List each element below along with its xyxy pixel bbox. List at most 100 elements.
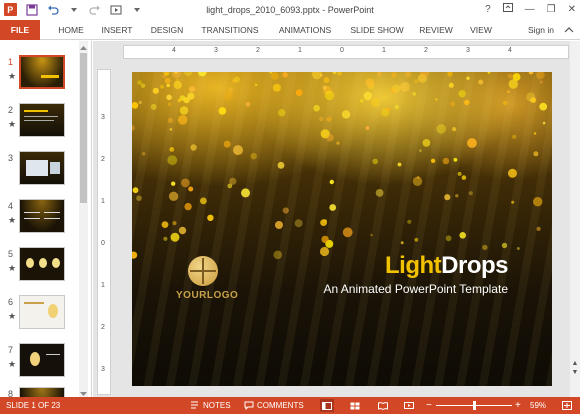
tab-view[interactable]: VIEW bbox=[466, 20, 496, 40]
slide-canvas[interactable]: YOURLOGO LightDrops An Animated PowerPoi… bbox=[132, 72, 552, 386]
help-button[interactable]: ? bbox=[485, 4, 491, 15]
tab-transitions[interactable]: TRANSITIONS bbox=[198, 20, 262, 40]
thumbnail-image bbox=[19, 55, 65, 89]
slide-thumbnail-2[interactable]: 2 ★ bbox=[0, 103, 90, 149]
bokeh-light bbox=[282, 207, 289, 214]
slide-thumbnail-7[interactable]: 7 ★ bbox=[0, 343, 90, 389]
zoom-out-button[interactable]: − bbox=[426, 397, 432, 414]
bokeh-light bbox=[336, 141, 340, 145]
bokeh-light bbox=[166, 83, 170, 88]
bokeh-light bbox=[329, 179, 334, 185]
bokeh-light bbox=[391, 72, 397, 78]
ruler-tick-label: 0 bbox=[340, 47, 344, 54]
ruler-tick-label: 2 bbox=[101, 324, 105, 331]
notes-icon[interactable] bbox=[190, 397, 199, 414]
tab-design[interactable]: DESIGN bbox=[147, 20, 187, 40]
bokeh-light bbox=[508, 168, 517, 178]
scroll-down-icon[interactable] bbox=[80, 389, 87, 396]
comments-button[interactable]: COMMENTS bbox=[257, 397, 304, 414]
bokeh-light bbox=[241, 188, 250, 198]
tab-review[interactable]: REVIEW bbox=[416, 20, 456, 40]
animation-star-icon: ★ bbox=[8, 359, 17, 369]
bokeh-light bbox=[166, 94, 172, 101]
bokeh-light bbox=[444, 194, 451, 201]
bokeh-light bbox=[173, 80, 182, 89]
next-slide-icon[interactable]: ▼ bbox=[571, 368, 579, 377]
tab-slide-show[interactable]: SLIDE SHOW bbox=[348, 20, 406, 40]
bokeh-light bbox=[277, 161, 285, 169]
bokeh-light bbox=[422, 139, 431, 147]
zoom-slider-handle[interactable] bbox=[473, 401, 476, 410]
bokeh-light bbox=[450, 101, 456, 107]
bokeh-light bbox=[341, 110, 351, 119]
bokeh-light bbox=[233, 76, 240, 83]
bokeh-light bbox=[294, 219, 303, 228]
slide-thumbnail-1[interactable]: 1 ★ bbox=[0, 55, 90, 101]
bokeh-light bbox=[321, 235, 329, 244]
thumbnail-image bbox=[19, 295, 65, 329]
ruler-tick-label: 2 bbox=[256, 47, 260, 54]
tab-home[interactable]: HOME bbox=[52, 20, 90, 40]
slide-thumbnail-5[interactable]: 5 ★ bbox=[0, 247, 90, 293]
slide-sorter-icon[interactable] bbox=[348, 399, 362, 412]
bokeh-light bbox=[312, 72, 322, 80]
bokeh-light bbox=[269, 72, 273, 74]
bokeh-light bbox=[184, 202, 192, 211]
slide-subtitle[interactable]: An Animated PowerPoint Template bbox=[323, 282, 508, 296]
slide-thumbnail-6[interactable]: 6 ★ bbox=[0, 295, 90, 341]
bokeh-light bbox=[170, 232, 180, 242]
reading-view-icon[interactable] bbox=[376, 399, 390, 412]
close-button[interactable]: ✕ bbox=[568, 4, 576, 15]
bokeh-light bbox=[160, 84, 164, 89]
slide-show-icon[interactable] bbox=[402, 399, 416, 412]
tab-animations[interactable]: ANIMATIONS bbox=[273, 20, 337, 40]
minimize-button[interactable]: — bbox=[525, 4, 535, 15]
bokeh-light bbox=[412, 92, 417, 96]
bokeh-light bbox=[458, 90, 466, 98]
bokeh-light bbox=[271, 72, 279, 80]
bokeh-light bbox=[407, 219, 412, 224]
notes-button[interactable]: NOTES bbox=[203, 397, 231, 414]
fit-to-window-icon[interactable] bbox=[560, 399, 574, 412]
editor-scrollbar[interactable]: ▲ ▼ bbox=[570, 41, 580, 397]
zoom-in-button[interactable]: + bbox=[515, 397, 521, 414]
bokeh-light bbox=[539, 80, 543, 84]
bokeh-light bbox=[536, 226, 541, 231]
bokeh-light bbox=[181, 178, 190, 188]
bokeh-light bbox=[224, 91, 233, 101]
bokeh-light bbox=[132, 187, 139, 194]
normal-view-icon[interactable] bbox=[320, 399, 334, 412]
thumbnail-number: 1 bbox=[8, 57, 14, 67]
bokeh-light bbox=[295, 89, 303, 96]
slide-thumbnail-8[interactable]: 8 bbox=[0, 387, 90, 397]
previous-slide-icon[interactable]: ▲ bbox=[571, 359, 579, 368]
thumbnail-scrollbar[interactable] bbox=[79, 41, 88, 397]
slide-thumbnail-4[interactable]: 4 ★ bbox=[0, 199, 90, 245]
slide-title[interactable]: LightDrops bbox=[385, 252, 508, 280]
comments-icon[interactable] bbox=[244, 397, 254, 414]
scrollbar-thumb[interactable] bbox=[80, 53, 87, 203]
zoom-level[interactable]: 59% bbox=[530, 397, 546, 414]
tab-insert[interactable]: INSERT bbox=[98, 20, 136, 40]
bokeh-light bbox=[169, 147, 175, 152]
restore-button[interactable]: ❐ bbox=[547, 4, 556, 15]
bokeh-light bbox=[435, 98, 438, 101]
collapse-ribbon-icon[interactable] bbox=[564, 25, 574, 35]
scroll-up-icon[interactable] bbox=[80, 43, 87, 50]
ribbon-tabs: FILE HOME INSERT DESIGN TRANSITIONS ANIM… bbox=[0, 20, 580, 40]
bokeh-light bbox=[245, 101, 251, 107]
tab-file[interactable]: FILE bbox=[0, 20, 40, 40]
ruler-tick-label: 3 bbox=[466, 47, 470, 54]
title-bar: P light_drops_2010_6093.pptx - PowerPoin… bbox=[0, 0, 580, 20]
slide-thumbnail-3[interactable]: 3 bbox=[0, 151, 90, 197]
logo-icon bbox=[188, 256, 218, 286]
bokeh-light bbox=[132, 125, 135, 131]
ribbon-display-options-icon[interactable] bbox=[502, 3, 513, 15]
sign-in-link[interactable]: Sign in bbox=[528, 20, 554, 40]
bokeh-light bbox=[319, 246, 330, 257]
ruler-tick-label: 3 bbox=[101, 366, 105, 373]
bokeh-light bbox=[365, 78, 375, 87]
bokeh-light bbox=[405, 72, 412, 78]
bokeh-light bbox=[140, 83, 146, 88]
bokeh-light bbox=[459, 232, 467, 239]
